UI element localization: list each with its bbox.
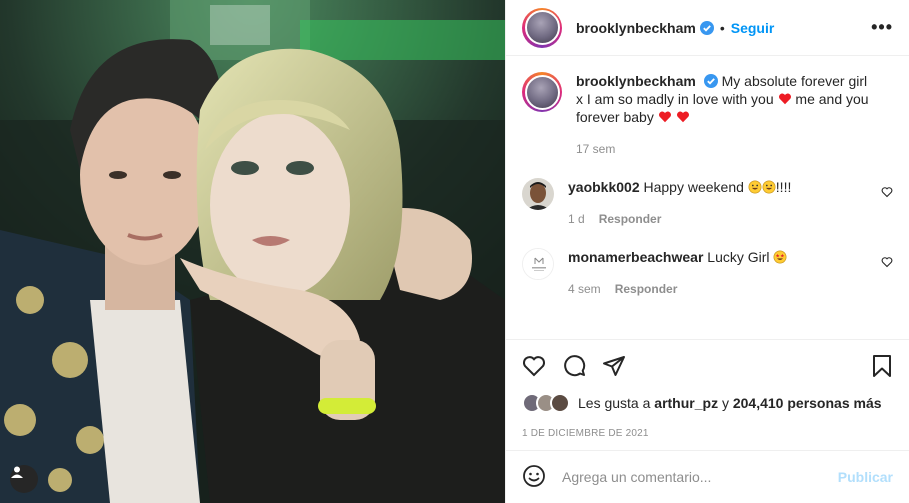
verified-badge-icon [699,20,714,35]
comment-input[interactable] [562,469,838,485]
comment-time[interactable]: 4 sem [568,282,601,296]
comment-meta: 4 sem Responder [568,280,873,298]
caption-username[interactable]: brooklynbeckham [576,73,696,89]
post-photo[interactable] [0,0,505,503]
verified-badge-icon [703,74,718,88]
bookmark-icon [873,355,891,377]
liker-avatars[interactable] [522,393,570,413]
likes-prefix: Les gusta a [578,395,651,411]
caption-time[interactable]: 17 sem [576,142,615,156]
share-button[interactable] [602,354,626,378]
likes-connector: y [721,395,729,411]
red-heart-emoji-icon [658,111,671,123]
comment-username[interactable]: yaobkk002 [568,179,640,195]
commenter-photo [522,178,554,210]
header-separator: • [719,19,725,36]
reply-button[interactable]: Responder [615,282,678,296]
more-options-icon[interactable]: ••• [871,17,893,38]
caption-body: brooklynbeckham My absolute forever girl… [576,72,893,158]
caption-avatar[interactable] [522,72,562,112]
comment-like-heart-icon[interactable] [881,186,893,198]
brand-logo-icon [523,249,553,279]
author-username[interactable]: brooklynbeckham [576,20,696,36]
comment-like-heart-icon[interactable] [881,256,893,268]
likes-summary: Les gusta a arthur_pz y 204,410 personas… [522,392,893,414]
post-actions: Les gusta a arthur_pz y 204,410 personas… [506,340,909,450]
comment-item: yaobkk002 Happy weekend !!!! 1 d Responde… [522,178,893,228]
likes-text: Les gusta a arthur_pz y 204,410 personas… [578,395,882,411]
comment-username[interactable]: monamerbeachwear [568,249,703,265]
user-tag-icon [11,466,23,478]
comment-suffix: !!!! [775,179,792,195]
heart-icon [522,356,546,377]
author-avatar[interactable] [522,7,562,48]
comment-item: monamerbeachwear Lucky Girl 4 sem Respond… [522,248,893,298]
save-button[interactable] [871,354,893,378]
action-icon-row [522,340,893,392]
likes-count[interactable]: 204,410 personas más [733,395,882,411]
comment-body: yaobkk002 Happy weekend !!!! 1 d Responde… [568,178,893,228]
instagram-post: brooklynbeckham • Seguir ••• brooklynbec… [0,0,909,503]
comments-list: brooklynbeckham My absolute forever girl… [506,56,909,340]
red-heart-emoji-icon [676,111,689,123]
comment-icon [564,355,586,377]
comment-meta: 1 d Responder [568,210,873,228]
reply-button[interactable]: Responder [599,212,662,226]
smiley-icon [523,464,545,487]
grinning-face-emoji-icon [748,180,762,194]
add-comment-bar: Publicar [506,450,909,503]
follow-button[interactable]: Seguir [731,20,775,36]
grinning-face-emoji-icon [762,180,776,194]
comment-text: Lucky Girl [707,249,770,265]
post-header: brooklynbeckham • Seguir ••• [506,0,909,56]
liker-username[interactable]: arthur_pz [654,395,718,411]
caption: brooklynbeckham My absolute forever girl… [522,72,893,158]
caption-meta: 17 sem [576,140,873,158]
post-sidebar: brooklynbeckham • Seguir ••• brooklynbec… [505,0,909,503]
commenter-avatar[interactable] [522,178,554,210]
like-button[interactable] [522,354,546,378]
paper-plane-icon [603,356,625,376]
comment-button[interactable] [562,354,586,378]
post-date[interactable]: 1 DE DICIEMBRE DE 2021 [522,424,893,450]
publish-button[interactable]: Publicar [838,469,893,485]
comment-body: monamerbeachwear Lucky Girl 4 sem Respond… [568,248,893,298]
tagged-users-button[interactable] [10,465,38,493]
red-heart-emoji-icon [778,93,791,105]
comment-time[interactable]: 1 d [568,212,585,226]
photo-illustration [0,0,505,503]
emoji-picker-button[interactable] [522,464,546,491]
star-struck-emoji-icon [773,250,787,264]
comment-text: Happy weekend [643,179,744,195]
commenter-avatar[interactable] [522,248,554,280]
